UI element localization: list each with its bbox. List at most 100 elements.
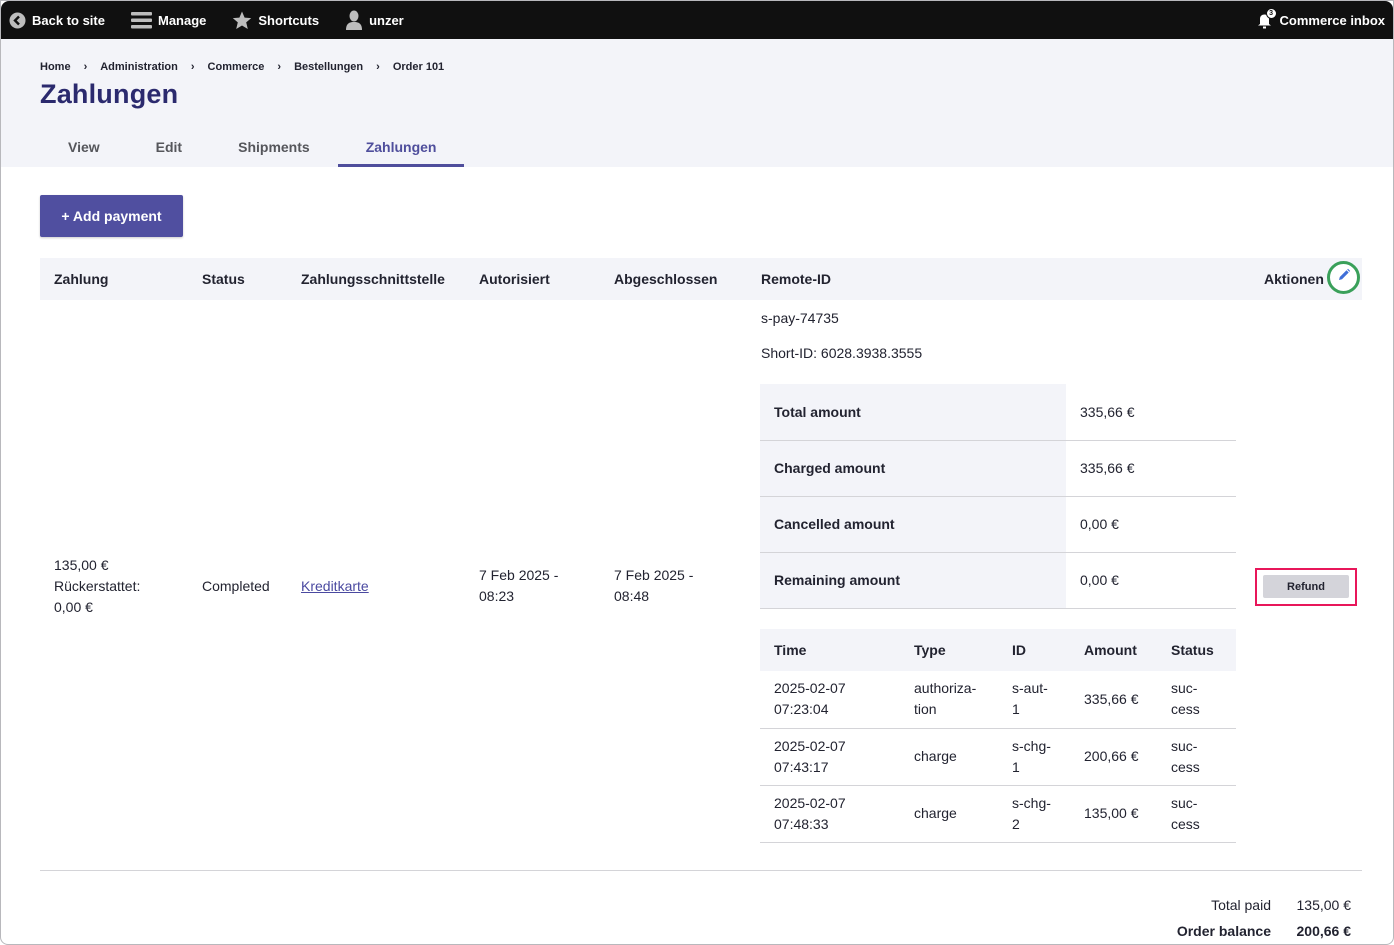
tab-shipments[interactable]: Shipments [210,127,338,167]
tx-id-line: s-chg- [1012,794,1051,811]
chevron-right-icon: › [376,61,380,73]
tab-edit[interactable]: Edit [128,127,210,167]
summary-label: Charged amount [760,440,1066,497]
authorized-date: 7 Feb 2025 - [479,567,559,583]
breadcrumb: Home › Administration › Commerce › Beste… [40,61,444,73]
page-header: Home › Administration › Commerce › Beste… [1,39,1393,167]
back-to-site-link[interactable]: Back to site [9,12,105,29]
tx-amount: 135,00 € [1070,785,1157,843]
tx-time: 2025-02-07 07:23:04 [760,671,900,729]
summary-value: 335,66 € [1066,440,1236,497]
tx-id: s-chg- 2 [998,785,1070,843]
tx-col-id: ID [998,629,1070,671]
col-gateway: Zahlungsschnittstelle [301,271,445,287]
tx-id-line: 1 [1012,701,1020,718]
tx-id-line: 2 [1012,815,1020,832]
tx-status-line: suc- [1171,680,1198,697]
breadcrumb-administration[interactable]: Administration [100,61,178,73]
payment-gateway-link[interactable]: Kreditkarte [301,576,369,597]
tx-type-line: authoriza- [914,680,977,697]
summary-label: Total amount [760,384,1066,441]
summary-value: 0,00 € [1066,496,1236,553]
payment-amount-cell: 135,00 € Rückerstattet: 0,00 € [54,555,140,618]
total-paid-value: 135,00 € [1296,897,1352,913]
tx-date: 2025-02-07 [774,680,846,697]
local-tasks-tabs: View Edit Shipments Zahlungen [40,127,465,167]
tx-type: authoriza-tion [900,671,998,729]
summary-label: Cancelled amount [760,496,1066,553]
hamburger-icon [130,11,152,29]
total-paid-label: Total paid [1211,897,1271,913]
browser-frame: Back to site Manage Shortcuts unzer 3 Co… [0,0,1394,945]
tx-clock: 07:48:33 [774,815,829,832]
payments-table-header: Zahlung Status Zahlungsschnittstelle Aut… [40,258,1362,300]
tx-date: 2025-02-07 [774,794,846,811]
tab-view[interactable]: View [40,127,128,167]
tx-status: suc-cess [1157,785,1236,843]
tx-id: s-chg- 1 [998,728,1070,786]
tx-col-amount: Amount [1070,629,1157,671]
summary-row: Total amount 335,66 € [760,384,1236,441]
summary-row: Remaining amount 0,00 € [760,552,1236,609]
refund-button[interactable]: Refund [1263,575,1349,598]
edit-button[interactable] [1327,261,1360,294]
breadcrumb-order[interactable]: Order 101 [393,61,444,73]
tx-type: charge [900,785,998,843]
remote-id: s-pay-74735 [761,310,839,326]
completed-date: 7 Feb 2025 - [614,567,694,583]
tx-amount: 200,66 € [1070,728,1157,786]
tx-id-line: 1 [1012,758,1020,775]
tx-type: charge [900,728,998,786]
user-icon [345,10,363,30]
order-balance-label: Order balance [1176,923,1271,939]
breadcrumb-bestellungen[interactable]: Bestellungen [294,61,363,73]
tx-status: suc-cess [1157,728,1236,786]
refunded-value: 0,00 € [54,599,93,615]
col-remote-id: Remote-ID [761,271,832,287]
short-id: Short-ID: 6028.3938.3555 [761,345,923,361]
tx-clock: 07:43:17 [774,758,829,775]
order-totals: Total paid 135,00 € Order balance 200,66… [1177,892,1351,944]
tx-id-line: s-aut- [1012,680,1048,697]
col-completed: Abgeschlossen [614,271,718,287]
back-arrow-icon [9,12,26,29]
tx-time: 2025-02-07 07:48:33 [760,785,900,843]
manage-menu[interactable]: Manage [130,11,207,29]
tx-status-line: cess [1171,701,1200,718]
bell-icon: 3 [1256,8,1277,29]
tx-status-line: cess [1171,815,1200,832]
completed-time: 08:48 [614,588,650,604]
breadcrumb-home[interactable]: Home [40,61,71,73]
tx-status-line: cess [1171,758,1200,775]
transactions-header-row: Time Type ID Amount Status [760,629,1236,671]
tx-id-line: s-chg- [1012,737,1051,754]
shortcuts-menu[interactable]: Shortcuts [232,11,319,30]
refunded-label: Rückerstattet: [54,578,141,594]
transaction-row: 2025-02-07 07:23:04 authoriza-tion s-aut-… [760,671,1236,729]
tx-status-line: suc- [1171,794,1198,811]
commerce-inbox-link[interactable]: 3 Commerce inbox [1256,8,1385,29]
add-payment-button[interactable]: + Add payment [40,195,183,237]
col-actions: Aktionen [1264,271,1324,287]
col-status: Status [202,271,245,287]
total-paid-row: Total paid 135,00 € [1177,892,1351,918]
tab-zahlungen[interactable]: Zahlungen [337,127,465,167]
order-balance-row: Order balance 200,66 € [1177,918,1351,944]
col-authorized: Autorisiert [479,271,550,287]
shortcuts-label: Shortcuts [258,12,320,28]
user-menu[interactable]: unzer [345,10,404,30]
chevron-right-icon: › [83,61,88,73]
totals-divider [40,870,1362,871]
breadcrumb-commerce[interactable]: Commerce [208,61,265,73]
user-label: unzer [369,12,404,28]
tx-col-type: Type [900,629,998,671]
transactions-table: Time Type ID Amount Status 2025-02-07 07:… [760,629,1236,843]
inbox-count-badge: 3 [1265,8,1277,19]
authorized-time: 08:23 [479,588,515,604]
order-balance-value: 200,66 € [1296,923,1352,939]
tx-time: 2025-02-07 07:43:17 [760,728,900,786]
tx-type-line: tion [914,701,937,718]
admin-toolbar: Back to site Manage Shortcuts unzer 3 Co… [1,1,1393,39]
commerce-inbox-label: Commerce inbox [1279,12,1385,28]
manage-label: Manage [157,12,207,28]
